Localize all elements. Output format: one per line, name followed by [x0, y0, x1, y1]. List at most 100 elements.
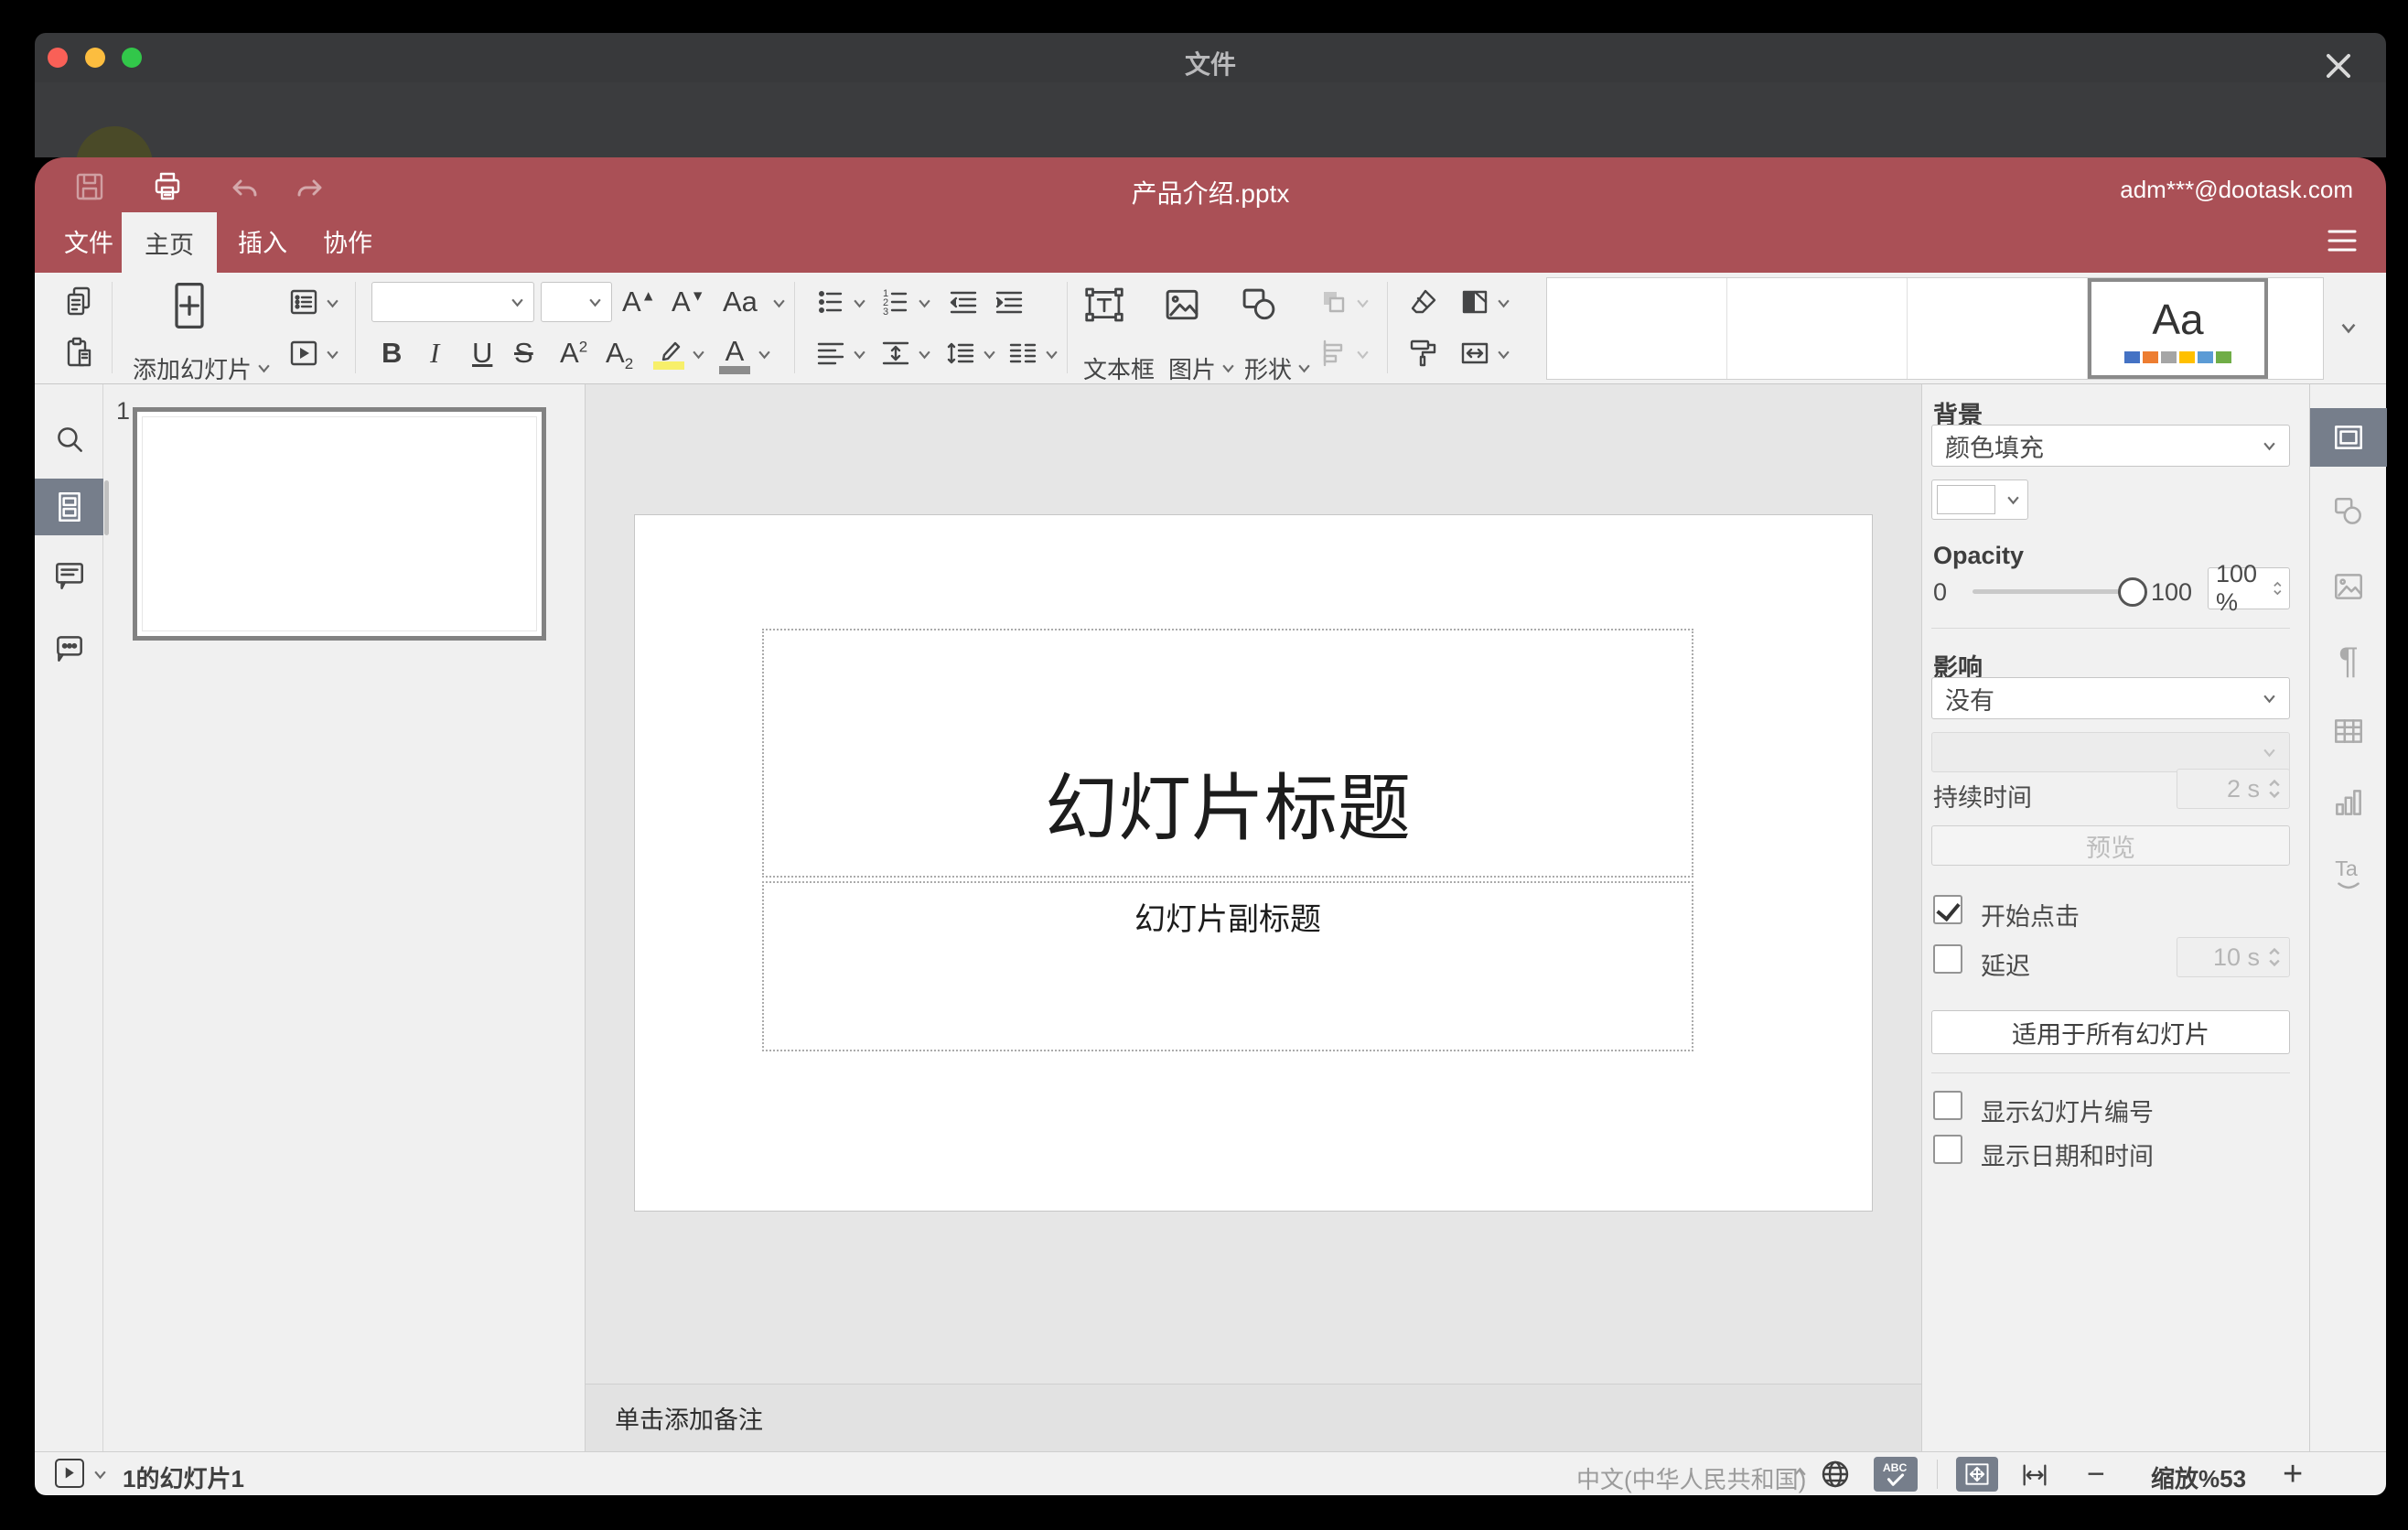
subscript-button[interactable]: A2 [606, 339, 633, 372]
title-placeholder[interactable]: 幻灯片标题 [762, 629, 1693, 878]
theme-tile-selected[interactable]: Aa [2088, 278, 2268, 379]
opacity-spinner[interactable]: 100 % [2208, 560, 2290, 616]
show-date-time-checkbox[interactable] [1933, 1135, 1962, 1164]
copy-style-icon[interactable] [1407, 337, 1440, 370]
fill-color-picker[interactable] [1931, 479, 2028, 520]
decrease-indent-icon[interactable] [947, 286, 980, 318]
tab-collaboration[interactable]: 协作 [314, 223, 382, 259]
panel-divider [1931, 1072, 2290, 1073]
slides-panel-tab[interactable] [35, 479, 103, 535]
zoom-in-button[interactable]: + [2283, 1455, 2303, 1494]
fill-type-select[interactable]: 颜色填充 [1931, 425, 2290, 467]
vertical-align-icon[interactable] [879, 337, 912, 370]
chevron-down-icon[interactable] [326, 298, 339, 308]
bullet-list-icon[interactable] [814, 286, 847, 318]
tab-home[interactable]: 主页 [122, 212, 217, 273]
clear-style-icon[interactable] [1407, 286, 1440, 318]
color-scheme-icon[interactable] [1458, 286, 1491, 318]
superscript-button[interactable]: A2 [560, 339, 587, 367]
columns-icon[interactable] [1006, 337, 1039, 370]
chevron-up-icon[interactable] [1793, 1467, 1807, 1477]
insert-shape-icon[interactable] [1239, 285, 1279, 325]
textbox-icon[interactable] [1081, 282, 1127, 328]
bold-button[interactable]: B [382, 339, 402, 367]
font-name-select[interactable] [371, 282, 534, 322]
set-language-globe-icon[interactable] [1819, 1458, 1852, 1491]
chat-icon[interactable] [52, 631, 87, 666]
chevron-down-icon [2007, 496, 2019, 504]
fit-to-slide-icon[interactable] [1956, 1457, 1998, 1492]
start-slideshow-icon[interactable] [287, 337, 320, 370]
spell-check-icon[interactable]: ABC [1874, 1457, 1918, 1492]
increase-font-button[interactable]: A▲ [622, 287, 656, 316]
comments-icon[interactable] [52, 558, 87, 593]
change-case-button[interactable]: Aa [723, 287, 758, 316]
chevron-down-icon[interactable] [1497, 350, 1510, 360]
chevron-down-icon[interactable] [93, 1470, 107, 1480]
chevron-down-icon[interactable] [772, 298, 786, 308]
chevron-down-icon[interactable] [983, 350, 996, 360]
add-slide-button[interactable]: 添加幻灯片 [133, 351, 271, 385]
slide[interactable]: 幻灯片标题 幻灯片副标题 [634, 514, 1873, 1212]
theme-tile[interactable] [1727, 278, 1908, 379]
font-color-icon[interactable]: A [719, 337, 750, 374]
textbox-button[interactable]: 文本框 [1083, 351, 1155, 385]
subtitle-placeholder[interactable]: 幻灯片副标题 [762, 881, 1693, 1051]
slide-layout-icon[interactable] [287, 286, 320, 318]
show-slide-number-checkbox[interactable] [1933, 1091, 1962, 1120]
strikethrough-button[interactable]: S [514, 339, 533, 367]
tab-file[interactable]: 文件 [57, 223, 121, 259]
slide-thumbnail[interactable] [133, 407, 546, 641]
insert-image-icon[interactable] [1162, 285, 1202, 325]
effect-select[interactable]: 没有 [1931, 677, 2290, 719]
menu-icon[interactable] [2326, 227, 2359, 254]
chevron-down-icon [1298, 364, 1310, 373]
underline-button[interactable]: U [472, 339, 492, 367]
left-toolbar-rail [35, 384, 103, 1451]
chevron-down-icon[interactable] [758, 350, 771, 360]
chevron-down-icon[interactable] [853, 350, 866, 360]
insert-shape-button[interactable]: 形状 [1244, 351, 1311, 385]
slide-subtitle-text: 幻灯片副标题 [1134, 902, 1321, 937]
theme-tile[interactable] [1908, 278, 2088, 379]
add-slide-icon[interactable] [170, 280, 209, 331]
line-spacing-icon[interactable] [944, 337, 977, 370]
decrease-font-button[interactable]: A▼ [672, 287, 705, 316]
chevron-down-icon[interactable] [692, 350, 705, 360]
chevron-down-icon[interactable] [1497, 298, 1510, 308]
highlight-color-icon[interactable] [653, 333, 686, 370]
close-icon[interactable] [2320, 48, 2357, 84]
chevron-down-icon[interactable] [1045, 350, 1059, 360]
gallery-expand-chevron-icon[interactable] [2340, 322, 2357, 334]
language-selector[interactable]: 中文(中华人民共和国) [1576, 1461, 1806, 1495]
delay-checkbox[interactable] [1933, 944, 1962, 974]
italic-button[interactable]: I [430, 339, 439, 367]
theme-tile[interactable] [1547, 278, 1727, 379]
fit-to-width-icon[interactable] [2019, 1460, 2050, 1491]
horizontal-align-icon[interactable] [814, 337, 847, 370]
insert-image-button[interactable]: 图片 [1168, 351, 1235, 385]
opacity-min: 0 [1933, 578, 1948, 606]
start-on-click-checkbox[interactable] [1933, 895, 1962, 924]
chevron-down-icon[interactable] [853, 298, 866, 308]
opacity-slider-handle[interactable] [2118, 577, 2147, 607]
tab-insert[interactable]: 插入 [231, 223, 295, 259]
search-icon[interactable] [52, 423, 87, 458]
apply-to-all-slides-button[interactable]: 适用于所有幻灯片 [1931, 1010, 2290, 1054]
chevron-down-icon[interactable] [326, 350, 339, 360]
font-size-select[interactable] [541, 282, 612, 322]
slide-settings-tab[interactable] [2310, 408, 2387, 467]
paste-icon[interactable] [62, 336, 95, 369]
opacity-slider-track[interactable] [1973, 589, 2130, 594]
notes-area[interactable]: 单击添加备注 [586, 1384, 1921, 1451]
chevron-down-icon [511, 298, 523, 307]
zoom-out-button[interactable]: − [2087, 1457, 2105, 1492]
increase-indent-icon[interactable] [993, 286, 1026, 318]
start-slideshow-button[interactable] [55, 1459, 84, 1488]
chevron-down-icon[interactable] [918, 350, 931, 360]
numbered-list-icon[interactable]: 123 [879, 286, 912, 318]
thumbnails-scrollbar[interactable] [104, 480, 109, 535]
chevron-down-icon[interactable] [918, 298, 931, 308]
slide-size-icon[interactable] [1458, 337, 1491, 370]
copy-icon[interactable] [62, 285, 95, 318]
